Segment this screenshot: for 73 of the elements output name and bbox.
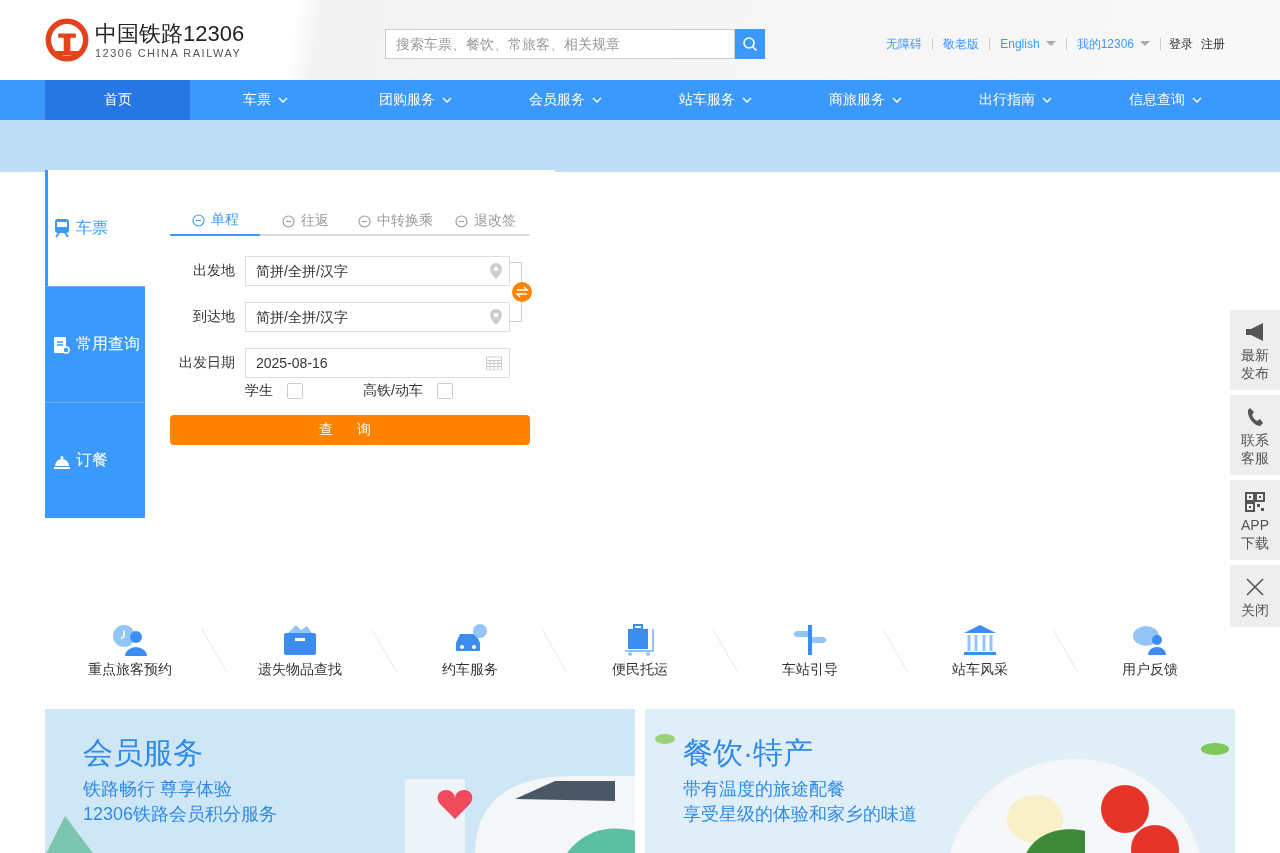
- person-clock-icon: [111, 623, 148, 657]
- nav-tab[interactable]: 车票: [190, 80, 340, 120]
- trip-tab[interactable]: 中转换乘: [350, 206, 440, 236]
- location-pin-icon: [490, 263, 502, 279]
- float-button[interactable]: APP 下载: [1230, 480, 1280, 560]
- clipboard-search-icon: [53, 334, 71, 355]
- nav-tab[interactable]: 会员服务: [490, 80, 640, 120]
- close-icon: [1245, 577, 1265, 597]
- nav-tab[interactable]: 团购服务: [340, 80, 490, 120]
- banner-subtitle: 享受星级的体验和家乡的味道: [683, 803, 918, 826]
- header-link[interactable]: 注册: [1201, 35, 1225, 53]
- checkbox-label: 学生: [245, 382, 273, 400]
- station-field[interactable]: 简拼/全拼/汉字: [245, 302, 510, 332]
- megaphone-icon: [1244, 322, 1266, 342]
- station-field[interactable]: 简拼/全拼/汉字: [245, 256, 510, 286]
- banner-subtitle: 带有温度的旅途配餐: [683, 778, 846, 801]
- site-name: 中国铁路12306: [95, 21, 245, 47]
- nav-tab[interactable]: 站车服务: [640, 80, 790, 120]
- header-link[interactable]: 敬老版: [943, 35, 980, 53]
- nav-tab[interactable]: 信息查询: [1090, 80, 1240, 120]
- header-link[interactable]: 登录: [1169, 35, 1193, 53]
- service-link[interactable]: 遗失物品查找: [257, 661, 342, 679]
- field-label: 到达地: [192, 308, 236, 326]
- chat-person-icon: [1132, 623, 1169, 657]
- calendar-icon: [486, 355, 502, 371]
- header-link[interactable]: 无障碍: [886, 35, 923, 53]
- trip-tab[interactable]: 单程: [170, 206, 260, 236]
- nav-tab[interactable]: 首页: [45, 80, 190, 120]
- circle-icon: [454, 214, 468, 228]
- banner-subtitle: 12306铁路会员积分服务: [83, 803, 279, 826]
- site-subtitle: 12306 CHINA RAILWAY: [95, 47, 243, 59]
- circle-icon: [357, 214, 371, 228]
- service-link[interactable]: 车站引导: [782, 661, 839, 679]
- field-label: 出发地: [192, 262, 236, 280]
- header-link[interactable]: 我的12306: [1076, 35, 1134, 53]
- banner-title: 会员服务: [83, 735, 204, 771]
- date-field[interactable]: 2025-08-16: [245, 348, 510, 378]
- search-icon: [742, 36, 758, 52]
- nav-tab[interactable]: 商旅服务: [790, 80, 940, 120]
- location-pin-icon: [490, 309, 502, 325]
- trip-tab[interactable]: 往返: [260, 206, 350, 236]
- checkbox-label: 高铁/动车: [363, 382, 423, 400]
- float-button[interactable]: 最新 发布: [1230, 310, 1280, 390]
- bank-building-icon: [962, 623, 999, 657]
- service-link[interactable]: 重点旅客预约: [87, 661, 172, 679]
- float-button[interactable]: 联系 客服: [1230, 395, 1280, 475]
- circle-icon: [281, 214, 295, 228]
- railway-logo-icon: [45, 18, 89, 62]
- nav-tab[interactable]: 出行指南: [940, 80, 1090, 120]
- service-link[interactable]: 站车风采: [952, 661, 1009, 679]
- side-tab[interactable]: 常用查询: [45, 286, 145, 402]
- service-link[interactable]: 便民托运: [612, 661, 668, 679]
- float-button[interactable]: 关闭: [1230, 565, 1280, 627]
- swap-button[interactable]: [512, 282, 532, 302]
- phone-icon: [1246, 407, 1264, 427]
- service-link[interactable]: 约车服务: [441, 661, 498, 679]
- header-link[interactable]: English: [1000, 37, 1040, 51]
- search-field[interactable]: 搜索车票、餐饮、常旅客、相关规章: [385, 29, 735, 59]
- banner-subtitle: 铁路畅行 尊享体验: [83, 778, 233, 801]
- side-tab[interactable]: 订餐: [45, 402, 145, 518]
- search-button[interactable]: [735, 29, 765, 59]
- checkbox[interactable]: [436, 383, 453, 399]
- signpost-icon: [792, 623, 829, 657]
- circle-icon: [191, 213, 205, 227]
- service-link[interactable]: 用户反馈: [1122, 661, 1179, 679]
- qr-code-icon: [1245, 492, 1265, 512]
- search-button[interactable]: 查 询: [170, 415, 530, 445]
- checkbox[interactable]: [287, 383, 303, 399]
- trip-tab[interactable]: 退改签: [440, 206, 530, 236]
- box-icon: [281, 623, 318, 657]
- train-icon: [53, 218, 71, 238]
- banner-title: 餐饮·特产: [683, 735, 814, 771]
- field-label: 出发日期: [178, 354, 236, 372]
